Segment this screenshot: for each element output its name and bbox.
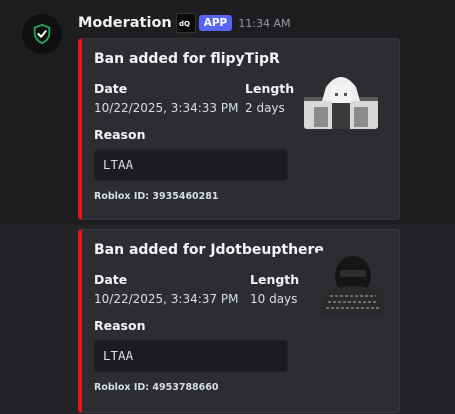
date-value: 10/22/2025, 3:34:37 PM	[94, 292, 239, 306]
bot-logo-text: dQ	[179, 20, 190, 28]
bot-avatar[interactable]	[22, 14, 62, 54]
app-badge: APP	[198, 15, 233, 31]
reason-code-block: LTAA	[94, 149, 288, 181]
length-value: 10 days	[250, 292, 298, 306]
shield-check-icon	[33, 23, 51, 45]
ban-embed: Ban added for Jdotbeupthere Date 10/22/2…	[78, 229, 400, 413]
username[interactable]: Moderation	[78, 15, 172, 31]
ban-embed: Ban added for flipyTipR Date 10/22/2025,…	[78, 38, 400, 220]
embed-title: Ban added for Jdotbeupthere	[94, 242, 324, 258]
reason-label: Reason	[94, 318, 146, 333]
timestamp[interactable]: 11:34 AM	[238, 17, 290, 30]
embed-footer: Roblox ID: 4953788660	[94, 382, 219, 393]
reason-label: Reason	[94, 127, 146, 142]
date-label: Date	[94, 272, 128, 287]
embed-title: Ban added for flipyTipR	[94, 51, 280, 67]
date-label: Date	[94, 81, 128, 96]
reason-code-block: LTAA	[94, 340, 288, 372]
length-label: Length	[245, 81, 295, 96]
avatar-thumbnail[interactable]	[316, 252, 390, 314]
bot-logo-icon: dQ	[175, 13, 196, 33]
date-value: 10/22/2025, 3:34:33 PM	[94, 101, 239, 115]
length-value: 2 days	[245, 101, 285, 115]
avatar-thumbnail[interactable]	[304, 67, 378, 129]
message-header: Moderation dQ APP 11:34 AM	[78, 12, 290, 34]
length-label: Length	[250, 272, 300, 287]
embed-footer: Roblox ID: 3935460281	[94, 191, 219, 202]
